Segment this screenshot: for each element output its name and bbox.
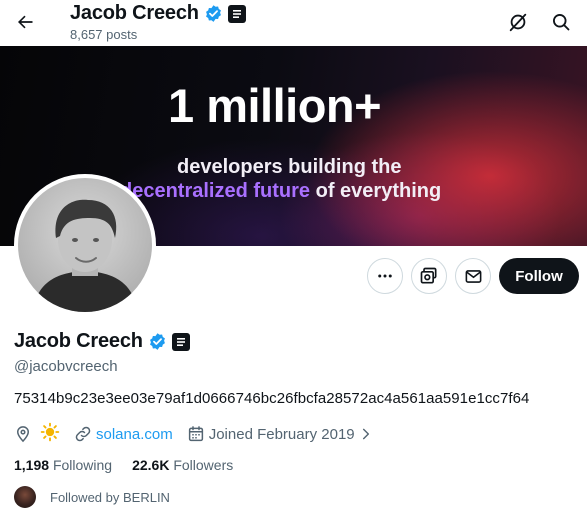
subscribe-icon — [420, 267, 437, 284]
followed-by-text: Followed by BERLIN — [50, 489, 170, 505]
message-icon — [465, 269, 481, 283]
profile-meta-row: solana.com Joined February 2019 — [14, 422, 373, 446]
profile-name-row: Jacob Creech — [14, 330, 190, 353]
profile-handle: @jacobvcreech — [14, 358, 118, 375]
joined-date: Joined February 2019 — [208, 425, 355, 443]
banner-line-2: decentralized future of everything — [120, 180, 441, 203]
profile-header-bar: Jacob Creech 8,657 posts — [0, 0, 587, 46]
follow-stats: 1,198 Following 22.6K Followers — [14, 457, 233, 473]
subscribe-button[interactable] — [411, 258, 447, 294]
location-icon — [16, 426, 30, 443]
grok-button[interactable] — [504, 8, 532, 36]
calendar-icon — [188, 426, 203, 442]
more-button[interactable] — [367, 258, 403, 294]
avatar[interactable] — [14, 174, 156, 316]
message-button[interactable] — [455, 258, 491, 294]
profile-display-name: Jacob Creech — [14, 330, 143, 352]
followers-stat[interactable]: 22.6K Followers — [132, 457, 233, 473]
back-arrow-icon — [18, 15, 33, 29]
website-link[interactable]: solana.com — [96, 426, 173, 443]
back-button[interactable] — [12, 9, 38, 35]
affiliate-badge-icon — [227, 4, 246, 23]
banner-highlight: decentralized future — [120, 180, 311, 202]
grok-icon — [509, 13, 527, 32]
following-count: 1,198 — [14, 457, 50, 473]
verified-badge-icon — [205, 5, 221, 22]
banner-line-1: developers building the — [177, 156, 402, 178]
follower-avatar — [14, 486, 36, 508]
verified-badge-icon[interactable] — [148, 332, 167, 351]
banner-line-2-rest: of everything — [310, 180, 442, 202]
affiliate-badge-icon[interactable] — [171, 332, 190, 351]
followers-label: Followers — [173, 457, 234, 473]
profile-bio: 75314b9c23e3ee03e79af1d0666746bc26fbcfa2… — [14, 390, 530, 407]
header-name-row: Jacob Creech — [70, 2, 246, 25]
more-icon — [378, 274, 392, 278]
follow-button[interactable]: Follow — [499, 258, 579, 294]
search-button[interactable] — [547, 8, 575, 36]
following-stat[interactable]: 1,198 Following — [14, 457, 112, 473]
location-emoji — [40, 422, 60, 446]
following-label: Following — [52, 457, 113, 473]
header-post-count: 8,657 posts — [70, 27, 138, 42]
banner-headline: 1 million+ — [168, 79, 382, 132]
search-icon — [553, 14, 570, 31]
header-display-name: Jacob Creech — [70, 2, 199, 24]
followers-count: 22.6K — [132, 457, 170, 473]
link-icon — [75, 426, 91, 442]
chevron-right-icon[interactable] — [359, 427, 373, 441]
followed-by[interactable]: Followed by BERLIN — [14, 486, 170, 508]
